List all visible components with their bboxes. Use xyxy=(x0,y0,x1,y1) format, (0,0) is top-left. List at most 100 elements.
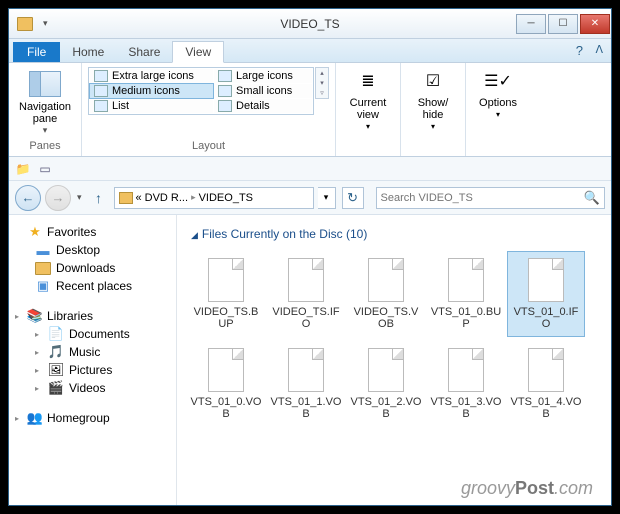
tree-desktop[interactable]: ▬Desktop xyxy=(13,241,172,259)
caret-icon: ▸ xyxy=(35,366,43,375)
layout-large-icons[interactable]: Large icons xyxy=(214,69,312,83)
forward-button[interactable]: → xyxy=(45,185,71,211)
properties-icon[interactable]: ▭ xyxy=(37,161,53,177)
address-box[interactable]: « DVD R... ▸ VIDEO_TS xyxy=(114,187,314,209)
search-icon[interactable]: 🔍 xyxy=(584,190,600,206)
window-controls: ─ ☐ ✕ xyxy=(515,14,611,34)
navigation-pane-button[interactable]: Navigation pane ▾ xyxy=(15,67,75,136)
file-item[interactable]: VTS_01_0.BUP xyxy=(427,251,505,337)
chevron-down-icon: ▾ xyxy=(366,121,370,133)
qat-dropdown[interactable]: ▾ xyxy=(41,18,50,29)
file-icon xyxy=(288,348,324,392)
breadcrumb[interactable]: DVD R... xyxy=(145,192,188,204)
breadcrumb[interactable]: VIDEO_TS xyxy=(199,192,253,204)
file-item[interactable]: VIDEO_TS.BUP xyxy=(187,251,265,337)
pictures-icon: 🖼 xyxy=(48,363,64,377)
file-item[interactable]: VTS_01_0.IFO xyxy=(507,251,585,337)
group-label-panes: Panes xyxy=(15,138,75,154)
tab-view[interactable]: View xyxy=(172,41,224,63)
star-icon: ★ xyxy=(27,225,43,239)
ribbon-group-layout: Extra large icons Large icons Medium ico… xyxy=(82,63,336,156)
caret-icon: ▸ xyxy=(35,384,43,393)
tree-favorites[interactable]: ★Favorites xyxy=(13,223,172,241)
tree-documents[interactable]: ▸📄Documents xyxy=(13,325,172,343)
tree-libraries[interactable]: ▸📚Libraries xyxy=(13,307,172,325)
show-hide-button[interactable]: ☑ Show/ hide ▾ xyxy=(407,67,459,133)
layout-extra-large-icons[interactable]: Extra large icons xyxy=(90,69,213,83)
search-box[interactable]: 🔍 xyxy=(376,187,605,209)
file-label: VIDEO_TS.IFO xyxy=(270,306,342,330)
libraries-icon: 📚 xyxy=(27,309,43,323)
chevron-down-icon: ▾ xyxy=(431,121,435,133)
details-icon xyxy=(218,100,232,112)
section-header[interactable]: ◢Files Currently on the Disc (10) xyxy=(191,227,601,241)
back-button[interactable]: ← xyxy=(15,185,41,211)
body-area: ★Favorites ▬Desktop Downloads ▣Recent pl… xyxy=(9,215,611,505)
grid-icon xyxy=(94,85,108,97)
folder-icon xyxy=(35,262,51,275)
homegroup-icon: 👥 xyxy=(27,411,43,425)
new-folder-icon[interactable]: 📁 xyxy=(15,161,31,177)
chevron-down-icon: ▾ xyxy=(320,79,324,87)
chevron-right-icon[interactable]: ▸ xyxy=(191,192,196,203)
title-bar[interactable]: ▾ VIDEO_TS ─ ☐ ✕ xyxy=(9,9,611,39)
caret-icon: ▸ xyxy=(15,312,23,321)
tree-homegroup[interactable]: ▸👥Homegroup xyxy=(13,409,172,427)
refresh-button[interactable]: ↻ xyxy=(342,187,364,209)
history-dropdown[interactable]: ▾ xyxy=(75,192,84,203)
search-input[interactable] xyxy=(381,192,584,204)
tab-share[interactable]: Share xyxy=(116,42,172,62)
folder-icon xyxy=(17,17,33,31)
layout-list[interactable]: List xyxy=(90,99,213,113)
chevron-down-icon: ▾ xyxy=(41,125,50,136)
options-button[interactable]: ☰✓ Options ▾ xyxy=(472,67,524,121)
options-icon: ☰✓ xyxy=(485,71,511,93)
file-item[interactable]: VTS_01_2.VOB xyxy=(347,341,425,427)
file-item[interactable]: VTS_01_3.VOB xyxy=(427,341,505,427)
tab-home[interactable]: Home xyxy=(60,42,116,62)
layout-details[interactable]: Details xyxy=(214,99,312,113)
caret-icon: ▸ xyxy=(35,348,43,357)
list-icon xyxy=(94,100,108,112)
tree-recent[interactable]: ▣Recent places xyxy=(13,277,172,295)
file-icon xyxy=(368,348,404,392)
up-button[interactable]: ↑ xyxy=(88,187,110,209)
grid-icon xyxy=(218,70,232,82)
ribbon-tabs: File Home Share View ᐱ ? xyxy=(9,39,611,63)
layout-scroll[interactable]: ▴▾▿ xyxy=(315,67,329,99)
tree-music[interactable]: ▸🎵Music xyxy=(13,343,172,361)
tree-videos[interactable]: ▸🎬Videos xyxy=(13,379,172,397)
ribbon: Navigation pane ▾ Panes Extra large icon… xyxy=(9,63,611,157)
current-view-button[interactable]: ≣ Current view ▾ xyxy=(342,67,394,133)
address-bar: ← → ▾ ↑ « DVD R... ▸ VIDEO_TS ▾ ↻ 🔍 xyxy=(9,181,611,215)
collapse-ribbon-icon[interactable]: ᐱ xyxy=(595,43,603,56)
address-dropdown[interactable]: ▾ xyxy=(318,187,336,209)
file-item[interactable]: VIDEO_TS.VOB xyxy=(347,251,425,337)
file-item[interactable]: VTS_01_4.VOB xyxy=(507,341,585,427)
file-item[interactable]: VIDEO_TS.IFO xyxy=(267,251,345,337)
file-tab[interactable]: File xyxy=(13,42,60,62)
layout-medium-icons[interactable]: Medium icons xyxy=(89,83,214,99)
file-item[interactable]: VTS_01_1.VOB xyxy=(267,341,345,427)
caret-icon: ▸ xyxy=(35,330,43,339)
recent-icon: ▣ xyxy=(35,279,51,293)
help-icon[interactable]: ? xyxy=(576,43,583,58)
layout-small-icons[interactable]: Small icons xyxy=(214,84,312,98)
grid-icon xyxy=(218,85,232,97)
file-item[interactable]: VTS_01_0.VOB xyxy=(187,341,265,427)
file-pane[interactable]: ◢Files Currently on the Disc (10) VIDEO_… xyxy=(177,215,611,505)
group-label-layout: Layout xyxy=(88,138,329,154)
tree-downloads[interactable]: Downloads xyxy=(13,259,172,277)
videos-icon: 🎬 xyxy=(48,381,64,395)
file-icon xyxy=(528,348,564,392)
maximize-button[interactable]: ☐ xyxy=(548,14,578,34)
expand-icon: ▿ xyxy=(320,89,324,97)
folder-icon xyxy=(119,192,133,204)
file-label: VTS_01_4.VOB xyxy=(510,396,582,420)
tree-pictures[interactable]: ▸🖼Pictures xyxy=(13,361,172,379)
close-button[interactable]: ✕ xyxy=(580,14,610,34)
chevron-down-icon: ▾ xyxy=(496,109,500,121)
breadcrumb[interactable]: « xyxy=(136,192,142,204)
navigation-tree[interactable]: ★Favorites ▬Desktop Downloads ▣Recent pl… xyxy=(9,215,177,505)
minimize-button[interactable]: ─ xyxy=(516,14,546,34)
